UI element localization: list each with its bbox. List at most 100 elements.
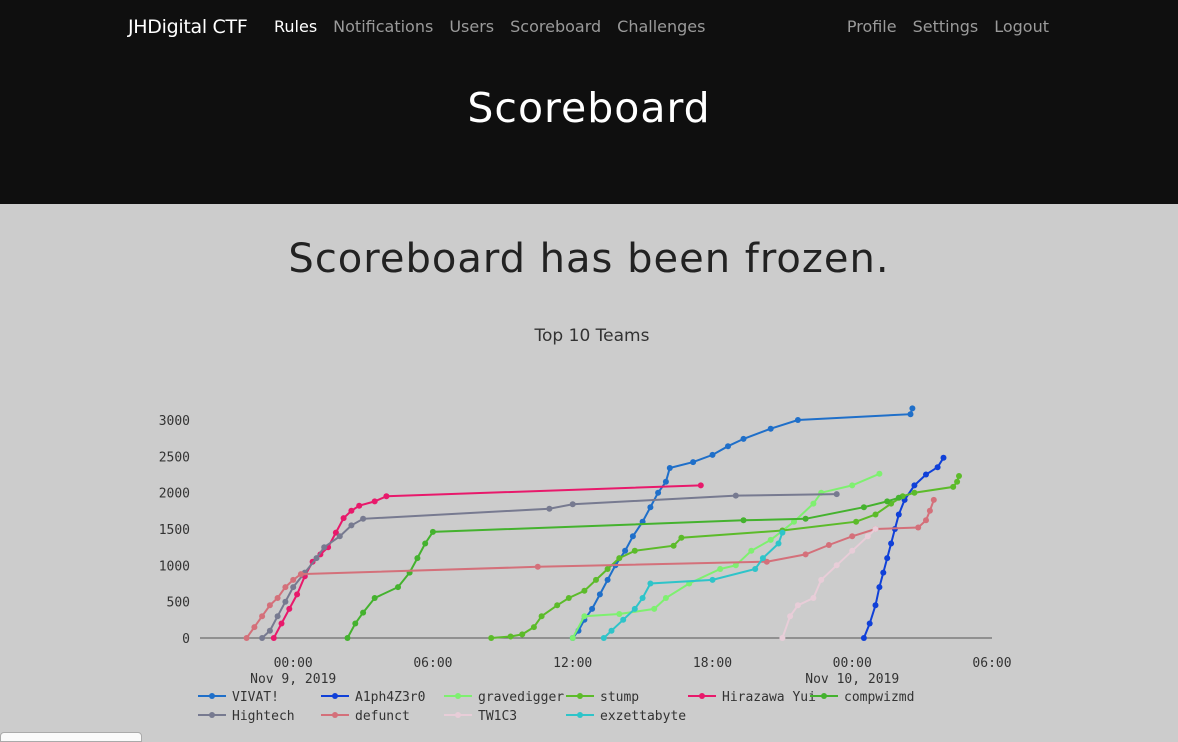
nav-notifications[interactable]: Notifications — [333, 17, 433, 36]
legend-label: exzettabyte — [600, 709, 686, 724]
y-tick-label: 2000 — [159, 487, 190, 502]
nav-users[interactable]: Users — [449, 17, 494, 36]
legend-marker — [455, 712, 461, 718]
x-tick-label: 12:00 — [553, 656, 592, 671]
data-point — [833, 491, 840, 498]
data-point — [616, 555, 623, 562]
data-point — [647, 504, 654, 511]
data-point — [604, 566, 611, 572]
data-point — [629, 533, 636, 540]
data-point — [620, 616, 627, 623]
data-point — [278, 620, 285, 627]
data-point — [581, 587, 588, 594]
y-tick-label: 2500 — [159, 450, 190, 465]
data-point — [662, 478, 669, 485]
data-point — [779, 635, 786, 641]
data-point — [340, 515, 347, 522]
nav-logout[interactable]: Logout — [994, 17, 1049, 36]
brand-link[interactable]: JHDigital CTF — [128, 16, 248, 38]
data-point — [732, 492, 739, 499]
data-point — [651, 605, 658, 612]
data-point — [923, 471, 929, 478]
data-point — [631, 547, 638, 554]
legend-marker — [332, 693, 338, 699]
data-point — [538, 613, 545, 620]
nav-scoreboard[interactable]: Scoreboard — [510, 17, 601, 36]
data-point — [600, 635, 607, 641]
data-point — [429, 528, 436, 535]
data-point — [709, 451, 716, 458]
legend-label: VIVAT! — [232, 690, 279, 705]
data-point — [546, 505, 553, 512]
data-point — [348, 522, 355, 529]
data-point — [274, 595, 281, 601]
data-point — [752, 566, 759, 572]
data-point — [866, 620, 873, 627]
legend-marker — [821, 693, 827, 699]
data-point — [251, 624, 258, 631]
data-point — [414, 555, 421, 562]
data-point — [888, 540, 895, 547]
legend-label: Hightech — [232, 709, 295, 724]
data-point — [802, 515, 809, 522]
data-point — [872, 511, 879, 518]
frozen-message: Scoreboard has been frozen. — [288, 236, 890, 282]
data-point — [802, 551, 809, 558]
data-point — [259, 635, 266, 641]
data-point — [849, 547, 856, 554]
data-point — [810, 500, 817, 507]
data-point — [915, 524, 922, 531]
data-point — [569, 501, 576, 508]
data-point — [422, 540, 429, 547]
data-point — [530, 624, 537, 631]
data-point — [954, 478, 961, 485]
data-point — [596, 591, 603, 598]
data-point — [593, 576, 599, 583]
data-point — [775, 540, 782, 547]
data-point — [569, 635, 576, 641]
data-point — [697, 482, 704, 489]
data-point — [907, 411, 914, 418]
y-tick-label: 3000 — [159, 414, 190, 429]
y-tick-label: 500 — [167, 596, 190, 611]
data-point — [767, 536, 774, 543]
nav-profile[interactable]: Profile — [847, 17, 897, 36]
data-point — [395, 584, 401, 591]
data-point — [344, 635, 351, 641]
data-point — [270, 635, 277, 641]
data-point — [909, 405, 916, 412]
legend-label: compwizmd — [844, 690, 914, 705]
data-point — [336, 533, 343, 540]
data-point — [371, 498, 378, 505]
data-point — [282, 584, 289, 591]
legend-label: gravedigger — [478, 690, 564, 705]
data-point — [690, 459, 697, 466]
data-point — [860, 504, 867, 511]
data-point — [860, 635, 867, 641]
series-line — [272, 484, 701, 639]
data-point — [767, 425, 774, 432]
legend-marker — [332, 712, 338, 718]
data-point — [876, 584, 883, 591]
legend-marker — [455, 693, 461, 699]
data-point — [895, 511, 902, 518]
series-line — [862, 457, 945, 639]
data-point — [321, 544, 328, 551]
data-point — [950, 483, 957, 490]
data-point — [534, 563, 541, 570]
data-point — [926, 507, 933, 514]
nav-challenges[interactable]: Challenges — [617, 17, 705, 36]
data-point — [884, 555, 891, 562]
data-point — [740, 435, 747, 442]
data-point — [825, 542, 832, 548]
data-point — [833, 562, 840, 569]
nav-rules[interactable]: Rules — [274, 17, 317, 36]
data-point — [759, 555, 766, 562]
data-point — [371, 595, 378, 601]
data-point — [794, 417, 801, 423]
nav-settings[interactable]: Settings — [913, 17, 979, 36]
legend-marker — [209, 693, 215, 699]
data-point — [383, 493, 390, 500]
data-point — [266, 602, 273, 609]
legend-label: Hirazawa Yui — [722, 690, 816, 705]
